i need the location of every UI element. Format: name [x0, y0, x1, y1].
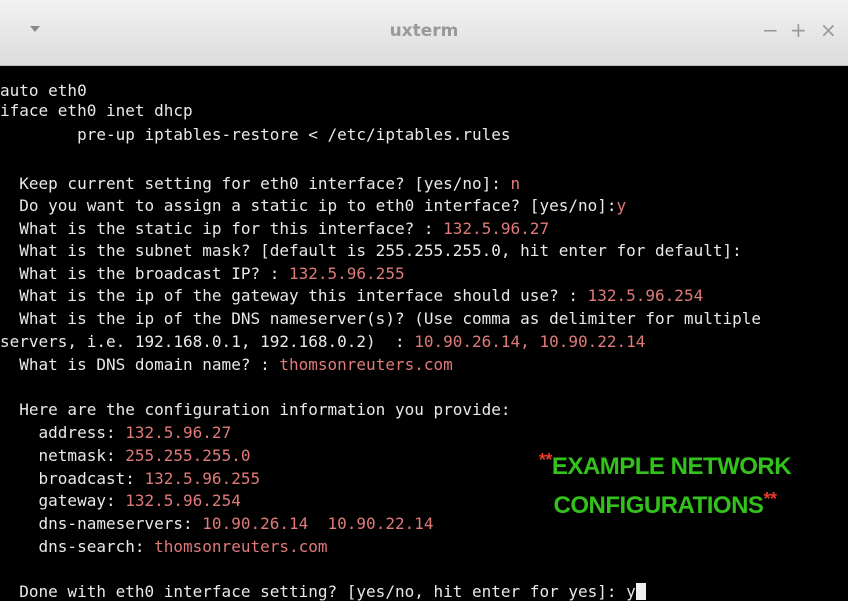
config-broadcast: broadcast: 132.5.96.255	[0, 469, 261, 488]
config-address: address: 132.5.96.27	[0, 423, 232, 442]
terminal-line: pre-up iptables-restore < /etc/iptables.…	[0, 125, 511, 144]
config-netmask: netmask: 255.255.255.0	[0, 446, 251, 465]
terminal-line: What is the ip of the DNS nameserver(s)?…	[0, 309, 761, 328]
terminal-line: Keep current setting for eth0 interface?…	[0, 174, 521, 193]
terminal-line: What is the subnet mask? [default is 255…	[0, 241, 742, 260]
close-button[interactable]: ×	[820, 20, 837, 40]
terminal-line: What is DNS domain name? : thomsonreuter…	[0, 355, 453, 374]
annotation-stars: **	[763, 489, 777, 509]
terminal-line: Do you want to assign a static ip to eth…	[0, 196, 627, 215]
terminal-line: servers, i.e. 192.168.0.1, 192.168.0.2) …	[0, 332, 646, 351]
terminal-line: auto eth0	[0, 81, 87, 100]
window-title: uxterm	[389, 21, 459, 41]
annotation-stars: **	[538, 450, 553, 470]
config-dns-search: dns-search: thomsonreuters.com	[0, 537, 328, 556]
terminal-line: Here are the configuration information y…	[0, 400, 511, 419]
terminal-line: What is the static ip for this interface…	[0, 219, 550, 238]
config-gateway: gateway: 132.5.96.254	[0, 491, 241, 510]
title-bar[interactable]: uxterm − + ×	[0, 0, 848, 66]
example-network-annotation: **EXAMPLE NETWORK CONFIGURATIONS**	[500, 444, 830, 522]
terminal-line: What is the ip of the gateway this inter…	[0, 286, 704, 305]
annotation-line-1: **EXAMPLE NETWORK	[538, 450, 792, 480]
terminal-line: iface eth0 inet dhcp	[0, 101, 193, 120]
text-cursor	[635, 583, 646, 600]
maximize-button[interactable]: +	[790, 20, 807, 40]
uxterm-window: uxterm − + × auto eth0 iface eth0 inet d…	[0, 0, 848, 601]
minimize-button[interactable]: −	[762, 20, 779, 40]
terminal-prompt-line[interactable]: Done with eth0 interface setting? [yes/n…	[0, 582, 646, 601]
config-dns-nameservers: dns-nameservers: 10.90.26.14 10.90.22.14	[0, 514, 434, 533]
annotation-line-2: CONFIGURATIONS**	[553, 489, 777, 519]
terminal-line: What is the broadcast IP? : 132.5.96.255	[0, 264, 405, 283]
